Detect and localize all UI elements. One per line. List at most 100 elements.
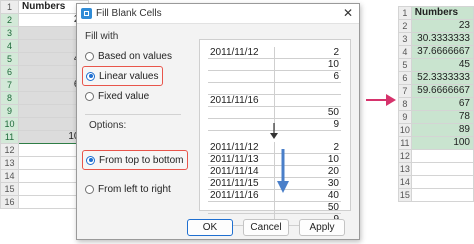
row-header[interactable]: 11 — [398, 136, 412, 150]
fill-blank-cells-dialog: Fill Blank Cells ✕ Fill with Based on va… — [76, 3, 360, 240]
cancel-button[interactable]: Cancel — [243, 219, 289, 236]
preview-value: 6 — [274, 70, 341, 83]
header-cell[interactable]: Numbers — [410, 6, 474, 20]
row-header[interactable]: 14 — [398, 175, 412, 189]
preview-date: 2011/11/14 — [208, 165, 275, 178]
row-header[interactable]: 3 — [0, 26, 19, 40]
preview-date: 2011/11/13 — [208, 153, 275, 166]
radio-based-on-values[interactable]: Based on values — [85, 47, 172, 65]
radio-fixed-value[interactable]: Fixed value — [85, 87, 149, 105]
row-header[interactable]: 2 — [398, 19, 412, 33]
row-header[interactable]: 9 — [398, 110, 412, 124]
radio-label: Fixed value — [98, 90, 150, 102]
radio-button[interactable] — [86, 71, 95, 81]
preview-panel: 2011/11/12 2 10 6 2011/11/16 50 9 2011/11… — [199, 39, 351, 226]
row-header[interactable]: 5 — [0, 52, 19, 66]
cell[interactable]: 52.3333333 — [410, 71, 474, 85]
fill-with-label: Fill with — [85, 31, 119, 42]
preview-date — [208, 58, 275, 71]
preview-value: 50 — [274, 106, 341, 119]
preview-before-table: 2011/11/12 2 10 6 2011/11/16 50 9 — [208, 47, 341, 131]
row-header[interactable]: 9 — [0, 104, 19, 118]
radio-label: From top to bottom — [99, 154, 184, 166]
close-icon[interactable]: ✕ — [337, 4, 359, 23]
right-spreadsheet: 1 Numbers 2 23 3 30.3333333 4 37.6666667 5 45… — [398, 6, 474, 202]
radio-top-to-bottom[interactable]: From top to bottom — [82, 150, 189, 170]
row-header[interactable]: 6 — [0, 65, 19, 79]
apply-button[interactable]: Apply — [299, 219, 345, 236]
preview-date — [208, 106, 275, 119]
preview-value: 10 — [274, 58, 341, 71]
ok-button[interactable]: OK — [187, 219, 233, 236]
row-header[interactable]: 15 — [398, 188, 412, 202]
cell[interactable]: 100 — [410, 136, 474, 150]
cell[interactable]: 78 — [410, 110, 474, 124]
row-header[interactable]: 12 — [398, 149, 412, 163]
row-header[interactable]: 13 — [398, 162, 412, 176]
row-header[interactable]: 5 — [398, 58, 412, 72]
radio-label: Linear values — [99, 70, 159, 82]
row-header[interactable]: 12 — [0, 143, 19, 157]
row-header[interactable]: 14 — [0, 169, 19, 183]
row-header[interactable]: 7 — [398, 84, 412, 98]
divider — [85, 114, 181, 115]
row-header[interactable]: 2 — [0, 13, 19, 27]
preview-value — [274, 82, 341, 95]
arrow-down-icon — [270, 123, 278, 139]
row-header[interactable]: 6 — [398, 71, 412, 85]
preview-date — [208, 118, 275, 131]
app-icon — [81, 8, 92, 19]
row-header[interactable]: 8 — [398, 97, 412, 111]
preview-value: 50 — [274, 201, 341, 214]
radio-button[interactable] — [85, 91, 94, 101]
radio-button[interactable] — [85, 51, 94, 61]
dialog-title: Fill Blank Cells — [96, 8, 162, 19]
cell[interactable]: 67 — [410, 97, 474, 111]
preview-value: 9 — [274, 118, 341, 131]
cell[interactable] — [410, 149, 474, 163]
row-header[interactable]: 11 — [0, 130, 19, 144]
preview-date: 2011/11/16 — [208, 189, 275, 202]
cell[interactable]: 37.6666667 — [410, 45, 474, 59]
row-header[interactable]: 7 — [0, 78, 19, 92]
radio-left-to-right[interactable]: From left to right — [85, 180, 171, 198]
preview-date — [208, 201, 275, 214]
row-header[interactable]: 16 — [0, 195, 19, 209]
row-header[interactable]: 1 — [398, 6, 412, 20]
preview-date: 2011/11/12 — [208, 47, 275, 59]
cell[interactable]: 23 — [410, 19, 474, 33]
radio-button[interactable] — [85, 184, 94, 194]
preview-value: 2 — [274, 47, 341, 59]
preview-date — [208, 70, 275, 83]
radio-linear-values[interactable]: Linear values — [82, 66, 164, 86]
cell[interactable] — [410, 162, 474, 176]
preview-date: 2011/11/15 — [208, 177, 275, 190]
preview-date: 2011/11/12 — [208, 142, 275, 154]
cell[interactable]: 45 — [410, 58, 474, 72]
row-header[interactable]: 4 — [398, 45, 412, 59]
row-header[interactable]: 15 — [0, 182, 19, 196]
row-header[interactable]: 13 — [0, 156, 19, 170]
radio-button[interactable] — [86, 155, 95, 165]
dialog-titlebar[interactable]: Fill Blank Cells ✕ — [77, 4, 359, 24]
radio-label: From left to right — [98, 183, 171, 195]
row-header[interactable]: 3 — [398, 32, 412, 46]
preview-date: 2011/11/16 — [208, 94, 275, 107]
cell[interactable] — [410, 175, 474, 189]
cell[interactable]: 89 — [410, 123, 474, 137]
arrow-right-icon — [366, 94, 396, 106]
row-header[interactable]: 10 — [0, 117, 19, 131]
row-header[interactable]: 10 — [398, 123, 412, 137]
fill-direction-arrow-icon — [277, 149, 289, 193]
row-header[interactable]: 4 — [0, 39, 19, 53]
cell[interactable]: 30.3333333 — [410, 32, 474, 46]
cell[interactable] — [410, 188, 474, 202]
cell[interactable]: 59.6666667 — [410, 84, 474, 98]
preview-value — [274, 94, 341, 107]
preview-after-table: 2011/11/12 2 2011/11/13 10 2011/11/14 20 20… — [208, 142, 341, 226]
preview-date — [208, 82, 275, 95]
radio-label: Based on values — [98, 50, 172, 62]
row-header[interactable]: 1 — [0, 0, 19, 14]
options-label: Options: — [89, 120, 127, 131]
row-header[interactable]: 8 — [0, 91, 19, 105]
